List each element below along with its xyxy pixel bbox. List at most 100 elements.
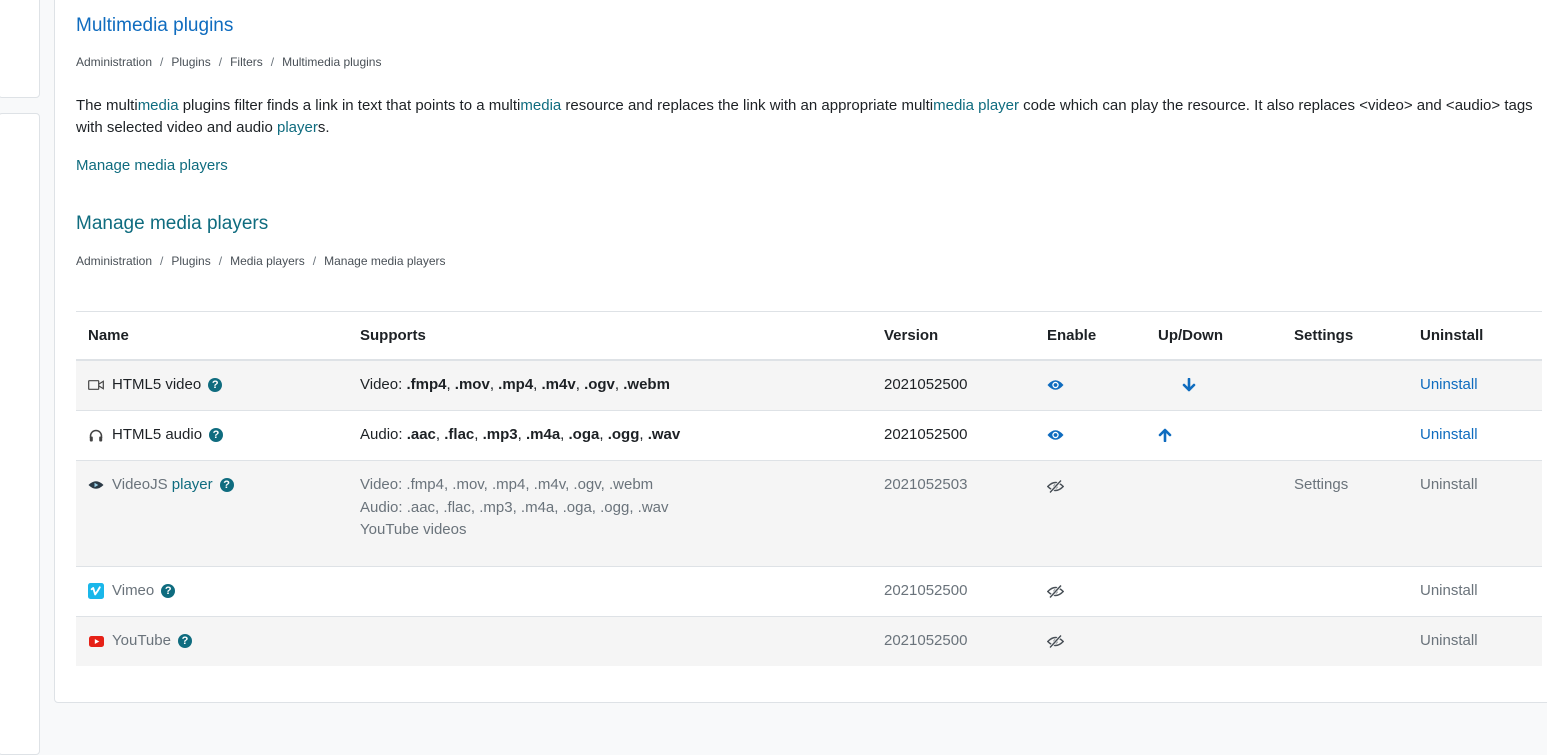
eye-slash-icon[interactable]	[1047, 584, 1064, 598]
supports-cell: Audio: .aac, .flac, .mp3, .m4a, .oga, .o…	[348, 410, 872, 461]
main-card: Multimedia plugins Administration / Plugin…	[54, 0, 1547, 703]
up-arrow-icon[interactable]	[1158, 428, 1172, 443]
updown-cell	[1146, 616, 1282, 666]
supports-cell: Video: .fmp4, .mov, .mp4, .m4v, .ogv, .w…	[348, 460, 872, 567]
description-text: The multi	[76, 97, 138, 114]
description-text: plugins filter finds a link in text that…	[178, 97, 521, 114]
table-row: HTML5 audio ? Audio: .aac, .flac, .mp3, …	[76, 410, 1542, 461]
eye-slash-icon[interactable]	[1047, 634, 1064, 648]
player-name: VideoJS player	[112, 474, 213, 497]
ext: .mov	[454, 376, 490, 393]
ext: .flac	[444, 426, 475, 443]
media-players-table: Name Supports Version Enable Up/Down Set…	[76, 311, 1542, 666]
header-settings: Settings	[1282, 311, 1408, 361]
ext: .fmp4	[406, 376, 447, 393]
description-text: s.	[317, 119, 330, 136]
eye-icon[interactable]	[1047, 429, 1064, 441]
supports-line: YouTube videos	[360, 521, 467, 538]
version-cell: 2021052500	[872, 566, 1035, 617]
settings-link[interactable]: Settings	[1294, 476, 1348, 493]
help-icon[interactable]: ?	[161, 584, 176, 598]
player-name-prefix: VideoJS	[112, 476, 172, 493]
ext: .aac	[406, 426, 436, 443]
supports-label: Video:	[360, 376, 407, 393]
uninstall-link[interactable]: Uninstall	[1420, 476, 1478, 493]
supports-cell: Video: .fmp4, .mov, .mp4, .m4v, .ogv, .w…	[348, 359, 872, 411]
header-enable: Enable	[1035, 311, 1146, 361]
glossary-link[interactable]: media	[520, 97, 561, 114]
updown-cell	[1146, 566, 1282, 617]
breadcrumb-item: Multimedia plugins	[282, 55, 382, 69]
uninstall-link[interactable]: Uninstall	[1420, 426, 1478, 443]
supports-cell	[348, 616, 872, 666]
player-name: HTML5 video	[112, 376, 202, 393]
ext: .mp3	[482, 426, 518, 443]
eye-slash-icon[interactable]	[1047, 480, 1064, 494]
help-icon[interactable]: ?	[177, 634, 192, 648]
breadcrumb-item[interactable]: Media players	[230, 254, 305, 268]
supports-line: Audio: .aac, .flac, .mp3, .m4a, .oga, .o…	[360, 498, 669, 516]
glossary-link[interactable]: player	[277, 119, 318, 136]
version-cell: 2021052500	[872, 359, 1035, 411]
header-supports: Supports	[348, 311, 872, 361]
help-icon[interactable]: ?	[219, 478, 234, 492]
player-name: YouTube	[112, 632, 171, 649]
version-cell: 2021052503	[872, 460, 1035, 567]
uninstall-link[interactable]: Uninstall	[1420, 376, 1478, 393]
uninstall-link[interactable]: Uninstall	[1420, 632, 1478, 649]
player-name: HTML5 audio	[112, 426, 203, 443]
version-cell: 2021052500	[872, 616, 1035, 666]
youtube-icon	[88, 633, 104, 649]
breadcrumb-item: Manage media players	[324, 254, 446, 268]
players-section-title: Manage media players	[76, 213, 269, 234]
filter-description: The multimedia plugins filter finds a li…	[76, 95, 1542, 139]
breadcrumb-item[interactable]: Administration	[76, 55, 152, 69]
settings-cell	[1282, 616, 1408, 666]
ext: .ogv	[584, 376, 615, 393]
ext: .m4a	[525, 426, 561, 443]
manage-media-players-link[interactable]: Manage media players	[76, 157, 228, 174]
ext: .webm	[623, 376, 670, 393]
supports-line: Video: .fmp4, .mov, .mp4, .m4v, .ogv, .w…	[360, 476, 654, 493]
left-panel-bottom	[0, 113, 40, 755]
help-icon[interactable]: ?	[208, 378, 223, 392]
player-glossary-link[interactable]: player	[172, 476, 213, 493]
table-row: VideoJS player ? Video: .fmp4, .mov, .mp…	[76, 460, 1542, 567]
breadcrumb-players: Administration / Plugins / Media players / Man…	[76, 254, 446, 268]
updown-cell	[1146, 460, 1282, 567]
glossary-link[interactable]: media	[138, 97, 179, 114]
supports-label: Audio:	[360, 426, 407, 443]
breadcrumb-filter: Administration / Plugins / Filters / Multimedi…	[76, 55, 382, 69]
help-icon[interactable]: ?	[209, 428, 224, 442]
settings-cell	[1282, 566, 1408, 617]
table-row: YouTube ? 2021052500 Uninstall	[76, 616, 1542, 666]
table-row: HTML5 video ? Video: .fmp4, .mov, .mp4, …	[76, 359, 1542, 411]
breadcrumb-item[interactable]: Filters	[230, 55, 263, 69]
settings-cell	[1282, 359, 1408, 411]
table-row: Vimeo ? 2021052500 Uninstall	[76, 566, 1542, 617]
ext: .ogg	[607, 426, 640, 443]
video-camera-icon	[88, 377, 104, 393]
glossary-link[interactable]: media player	[933, 97, 1019, 114]
header-version: Version	[872, 311, 1035, 361]
description-text: resource and replaces the link with an a…	[561, 97, 934, 114]
table-header-row: Name Supports Version Enable Up/Down Set…	[76, 311, 1542, 361]
ext: .oga	[568, 426, 600, 443]
settings-cell	[1282, 410, 1408, 461]
breadcrumb-item[interactable]: Plugins	[171, 254, 210, 268]
videojs-icon	[88, 477, 104, 493]
ext: .m4v	[541, 376, 576, 393]
uninstall-link[interactable]: Uninstall	[1420, 582, 1478, 599]
header-updown: Up/Down	[1146, 311, 1282, 361]
breadcrumb-item[interactable]: Administration	[76, 254, 152, 268]
ext: .wav	[647, 426, 681, 443]
eye-icon[interactable]	[1047, 379, 1064, 391]
filter-section-title[interactable]: Multimedia plugins	[76, 15, 233, 37]
ext: .mp4	[498, 376, 534, 393]
down-arrow-icon[interactable]	[1182, 378, 1196, 392]
version-cell: 2021052500	[872, 410, 1035, 461]
vimeo-icon	[88, 583, 104, 599]
breadcrumb-item[interactable]: Plugins	[171, 55, 210, 69]
player-name: Vimeo	[112, 582, 155, 599]
header-uninstall: Uninstall	[1408, 311, 1542, 361]
